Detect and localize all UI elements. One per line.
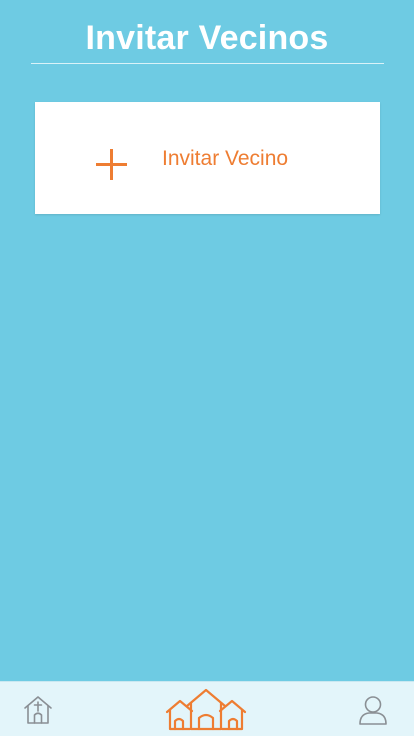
user-profile-icon (357, 694, 389, 726)
tab-profile[interactable] (357, 694, 389, 726)
tab-neighbors[interactable] (165, 688, 247, 732)
page-title: Invitar Vecinos (85, 19, 329, 57)
tab-home[interactable] (22, 694, 54, 726)
header: Invitar Vecinos (0, 0, 414, 64)
plus-icon (95, 148, 128, 181)
neighbors-houses-icon (165, 688, 247, 732)
title-divider (31, 63, 384, 64)
invite-neighbor-label: Invitar Vecino (162, 147, 289, 170)
church-home-icon (22, 694, 54, 726)
tab-bar (0, 681, 414, 736)
